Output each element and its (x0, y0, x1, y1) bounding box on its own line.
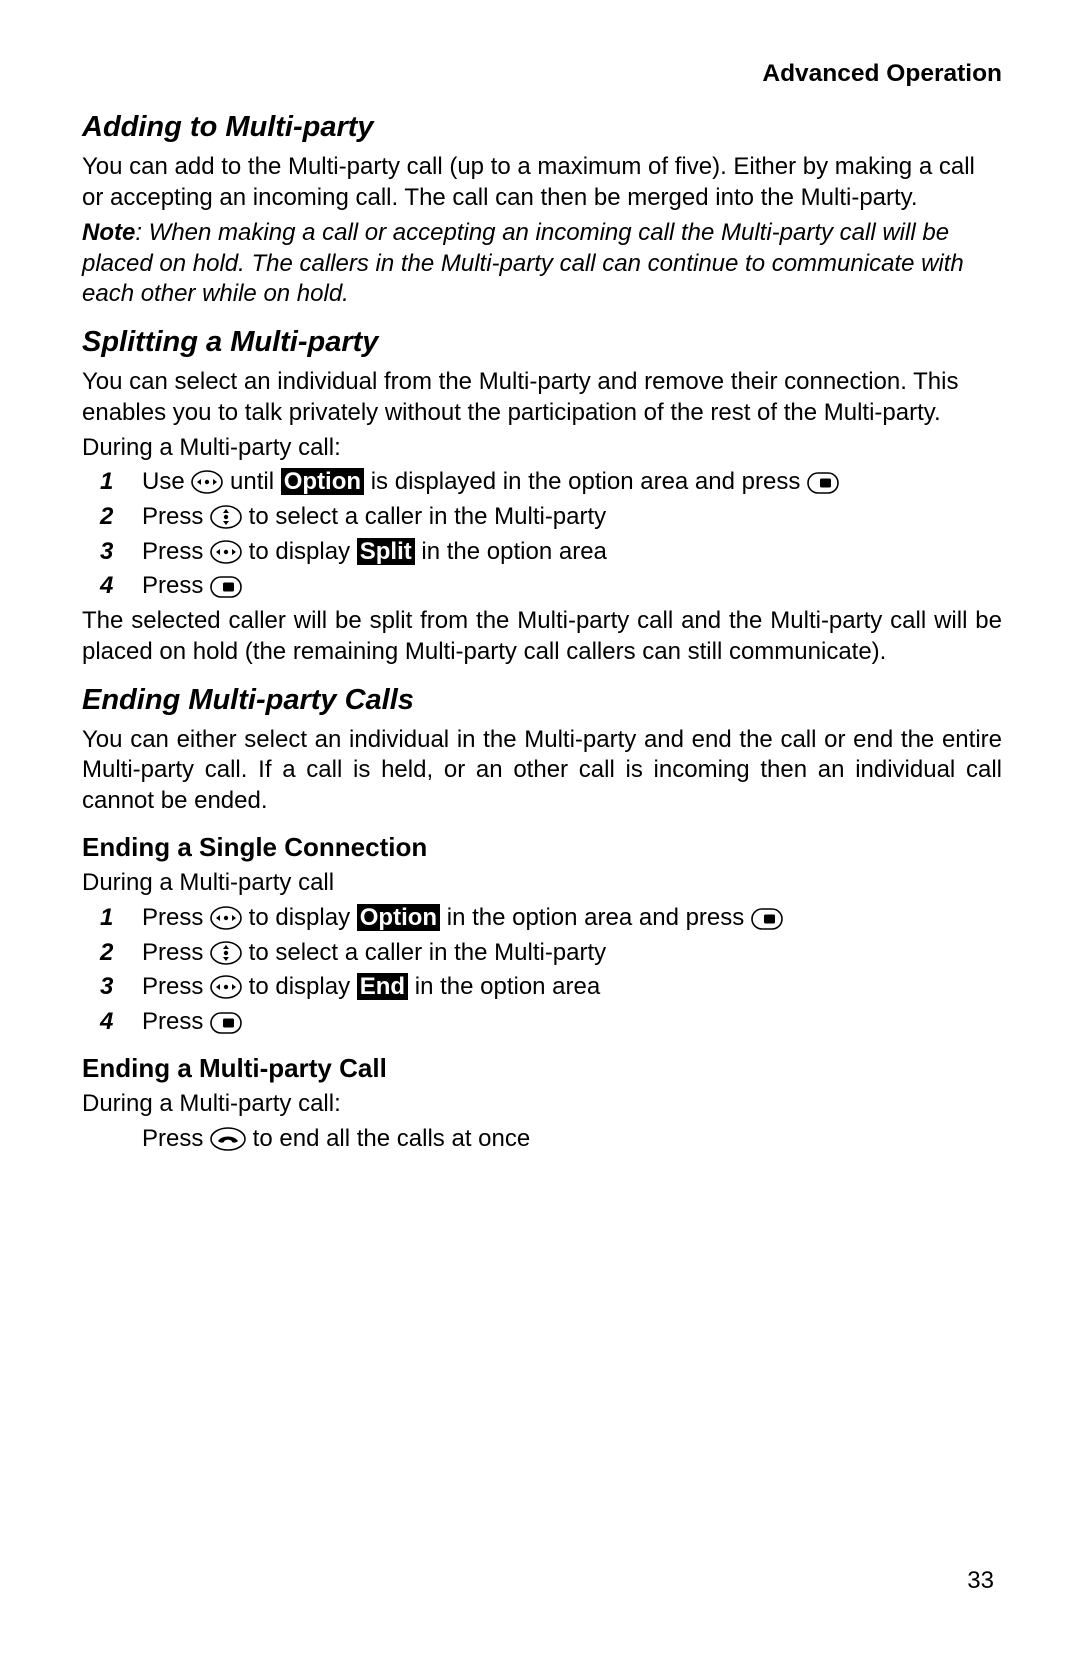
subheading-ending-multiparty: Ending a Multi-party Call (82, 1052, 1002, 1085)
ok-key-icon (210, 576, 242, 598)
step-text: Press (142, 538, 210, 565)
navigate-vertical-icon (210, 941, 242, 965)
body-text: You can either select an individual in t… (82, 725, 1002, 817)
body-text: During a Multi-party call (82, 868, 1002, 899)
step-number: 2 (100, 938, 113, 969)
step-text: Press (142, 1008, 210, 1035)
navigate-vertical-icon (210, 505, 242, 529)
step-text: Press (142, 572, 210, 599)
steps-list: 1 Press to display Option in the option … (82, 903, 1002, 1038)
step-number: 3 (100, 972, 113, 1003)
end-call-key-icon (210, 1127, 246, 1151)
step-text: in the option area (408, 973, 600, 1000)
heading-adding: Adding to Multi-party (82, 109, 1002, 146)
subheading-ending-single: Ending a Single Connection (82, 831, 1002, 864)
page-number: 33 (967, 1566, 994, 1597)
step-text: Press (142, 503, 210, 530)
note-label: Note (82, 219, 135, 246)
note-body: : When making a call or accepting an inc… (82, 219, 964, 307)
end-label: End (357, 973, 408, 1000)
step-text: Press (142, 973, 210, 1000)
step-text: Use (142, 468, 191, 495)
step-number: 1 (100, 903, 113, 934)
step-text: until (223, 468, 280, 495)
ok-key-icon (751, 908, 783, 930)
steps-list: 1 Use until Option is displayed in the o… (82, 467, 1002, 602)
body-text: You can select an individual from the Mu… (82, 367, 1002, 428)
step-text: Press (142, 904, 210, 931)
step-item: 3 Press to display End in the option are… (82, 972, 1002, 1003)
option-label: Option (281, 468, 364, 495)
step-item: Press to end all the calls at once (82, 1124, 1002, 1155)
body-text: You can add to the Multi-party call (up … (82, 152, 1002, 213)
option-label: Option (357, 904, 440, 931)
step-text: to select a caller in the Multi-party (242, 503, 606, 530)
step-text: to display (242, 973, 357, 1000)
step-item: 2 Press to select a caller in the Multi-… (82, 502, 1002, 533)
step-text: to select a caller in the Multi-party (242, 939, 606, 966)
step-text: in the option area and press (440, 904, 751, 931)
note-text: Note: When making a call or accepting an… (82, 218, 1002, 310)
step-item: 3 Press to display Split in the option a… (82, 537, 1002, 568)
step-item: 4 Press (82, 1007, 1002, 1038)
step-number: 2 (100, 502, 113, 533)
ok-key-icon (807, 472, 839, 494)
step-number: 3 (100, 537, 113, 568)
step-item: 4 Press (82, 571, 1002, 602)
step-text: Press (142, 939, 210, 966)
navigate-horizontal-icon (210, 540, 242, 564)
body-text: The selected caller will be split from t… (82, 606, 1002, 667)
step-text: is displayed in the option area and pres… (364, 468, 807, 495)
navigate-horizontal-icon (210, 906, 242, 930)
navigate-horizontal-icon (191, 470, 223, 494)
step-text: Press (142, 1125, 210, 1152)
navigate-horizontal-icon (210, 975, 242, 999)
step-number: 1 (100, 467, 113, 498)
step-text: to end all the calls at once (246, 1125, 530, 1152)
ok-key-icon (210, 1012, 242, 1034)
step-item: 1 Use until Option is displayed in the o… (82, 467, 1002, 498)
heading-ending: Ending Multi-party Calls (82, 682, 1002, 719)
page-header-section: Advanced Operation (82, 58, 1002, 89)
body-text: During a Multi-party call: (82, 433, 1002, 464)
heading-splitting: Splitting a Multi-party (82, 324, 1002, 361)
step-number: 4 (100, 1007, 113, 1038)
step-item: 1 Press to display Option in the option … (82, 903, 1002, 934)
step-text: in the option area (415, 538, 607, 565)
step-text: to display (242, 904, 357, 931)
body-text: During a Multi-party call: (82, 1089, 1002, 1120)
split-label: Split (357, 538, 415, 565)
step-number: 4 (100, 571, 113, 602)
step-text: to display (242, 538, 357, 565)
step-item: 2 Press to select a caller in the Multi-… (82, 938, 1002, 969)
